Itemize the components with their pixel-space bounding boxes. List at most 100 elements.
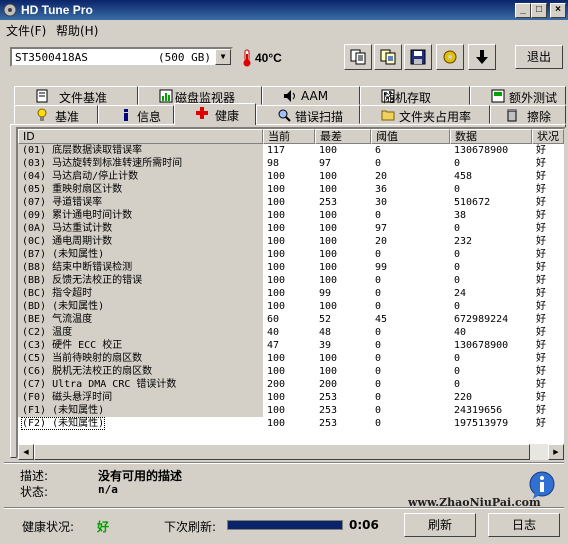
tab-health[interactable]: 健康 (174, 103, 256, 125)
worst-value: 253 (319, 418, 338, 429)
options-button[interactable] (436, 44, 464, 70)
table-row[interactable]: (0C) 通电周期计数 100 100 20 232 好 (18, 235, 564, 248)
down-arrow-button[interactable] (468, 44, 496, 70)
table-row[interactable]: (BD) (未知属性) 100 100 0 0 好 (18, 300, 564, 313)
table-row[interactable]: (B8) 结束中断错误检测 100 100 99 0 好 (18, 261, 564, 274)
raw-data: 0 (454, 275, 461, 286)
attribute-id: (09) 累计通电时间计数 (18, 209, 263, 222)
worst-value: 100 (319, 184, 338, 195)
table-row[interactable]: (01) 底层数据读取错误率 117 100 6 130678900 好 (18, 144, 564, 157)
benchmark-icon (37, 108, 47, 121)
copy-screen-button[interactable] (374, 44, 402, 70)
table-row[interactable]: (BB) 反馈无法校正的错误 100 100 0 0 好 (18, 274, 564, 287)
worst-value: 253 (319, 405, 338, 416)
tab-info[interactable]: 信息 (98, 105, 174, 124)
refresh-button[interactable]: 刷新 (404, 513, 476, 537)
attribute-id: (F2) (未知属性) (18, 417, 263, 430)
threshold-value: 0 (375, 340, 382, 351)
threshold-value: 0 (375, 249, 382, 260)
threshold-value: 0 (375, 288, 382, 299)
title-bar[interactable]: HD Tune Pro _ □ × (0, 0, 568, 20)
copy-text-button[interactable] (344, 44, 372, 70)
worst-value: 100 (319, 249, 338, 260)
current-value: 200 (267, 379, 286, 390)
table-row[interactable]: (BE) 气流温度 60 52 45 672989224 好 (18, 313, 564, 326)
status-value: 好 (536, 197, 546, 208)
status-value: 好 (536, 171, 546, 182)
smart-table[interactable]: ID 当前 最差 阈值 数据 状况 (01) 底层数据读取错误率 117 100 6 1… (16, 127, 566, 459)
toolbar: ST3500418AS (500 GB) ▼ 40°C 退出 (0, 40, 568, 76)
attribute-id: (C6) 脱机无法校正的扇区数 (18, 365, 263, 378)
table-row[interactable]: (C2) 温度 40 48 0 40 好 (18, 326, 564, 339)
status-value: 好 (536, 418, 546, 429)
current-value: 100 (267, 392, 286, 403)
status-value: 好 (536, 379, 546, 390)
worst-value: 100 (319, 353, 338, 364)
tab-benchmark[interactable]: 基准 (14, 105, 98, 124)
table-row[interactable]: (07) 寻道错误率 100 253 30 510672 好 (18, 196, 564, 209)
chevron-down-icon[interactable]: ▼ (215, 49, 231, 65)
table-row[interactable]: (05) 重映射扇区计数 100 100 36 0 好 (18, 183, 564, 196)
current-value: 100 (267, 262, 286, 273)
drive-select[interactable]: ST3500418AS (500 GB) ▼ (10, 47, 233, 67)
col-header-status[interactable]: 状况 (532, 129, 564, 144)
current-value: 100 (267, 366, 286, 377)
copy-screen-icon (380, 49, 396, 65)
horizontal-scrollbar[interactable]: ◀ ▶ (18, 444, 564, 460)
minimize-button[interactable]: _ (515, 3, 531, 18)
table-row[interactable]: (F2) (未知属性) 100 253 0 197513979 好 (18, 417, 564, 430)
tab-extra-tests[interactable]: 额外测试 (470, 86, 566, 105)
close-button[interactable]: × (550, 3, 566, 18)
col-header-data[interactable]: 数据 (450, 129, 532, 144)
table-row[interactable]: (09) 累计通电时间计数 100 100 0 38 好 (18, 209, 564, 222)
status-value: 好 (536, 392, 546, 403)
table-row[interactable]: (C7) Ultra DMA CRC 错误计数 200 200 0 0 好 (18, 378, 564, 391)
scroll-thumb[interactable] (34, 444, 530, 460)
table-row[interactable]: (03) 马达旋转到标准转速所需时间 98 97 0 0 好 (18, 157, 564, 170)
table-row[interactable]: (C5) 当前待映射的扇区数 100 100 0 0 好 (18, 352, 564, 365)
attribute-id: (C7) Ultra DMA CRC 错误计数 (18, 378, 263, 391)
scroll-right-icon[interactable]: ▶ (548, 444, 564, 460)
menu-help[interactable]: 帮助(H) (56, 22, 98, 39)
log-button[interactable]: 日志 (488, 513, 560, 537)
attribute-id: (01) 底层数据读取错误率 (18, 144, 263, 157)
tab-random-access[interactable]: 随机存取 (360, 86, 470, 105)
description-value: 没有可用的描述 (98, 469, 183, 483)
worst-value: 100 (319, 145, 338, 156)
table-row[interactable]: (F1) (未知属性) 100 253 0 24319656 好 (18, 404, 564, 417)
scroll-left-icon[interactable]: ◀ (18, 444, 34, 460)
raw-data: 24319656 (454, 405, 503, 416)
tab-file-benchmark[interactable]: 文件基准 (14, 86, 138, 105)
worst-value: 200 (319, 379, 338, 390)
threshold-value: 30 (375, 197, 388, 208)
table-row[interactable]: (F0) 磁头悬浮时间 100 253 0 220 好 (18, 391, 564, 404)
current-value: 100 (267, 223, 286, 234)
attribute-id: (05) 重映射扇区计数 (18, 183, 263, 196)
raw-data: 24 (454, 288, 467, 299)
table-row[interactable]: (04) 马达启动/停止计数 100 100 20 458 好 (18, 170, 564, 183)
info-icon (124, 109, 128, 121)
table-row[interactable]: (BC) 指令超时 100 99 0 24 好 (18, 287, 564, 300)
table-row[interactable]: (0A) 马达重试计数 100 100 97 0 好 (18, 222, 564, 235)
col-header-current[interactable]: 当前 (263, 129, 315, 144)
current-value: 60 (267, 314, 280, 325)
raw-data: 0 (454, 366, 461, 377)
maximize-button[interactable]: □ (531, 3, 547, 18)
worst-value: 39 (319, 340, 332, 351)
save-button[interactable] (404, 44, 432, 70)
tab-aam[interactable]: AAM (262, 86, 360, 105)
status-value: 好 (536, 405, 546, 416)
col-header-id[interactable]: ID (18, 129, 263, 144)
tab-erase[interactable]: 擦除 (490, 105, 566, 124)
file-benchmark-icon (36, 89, 48, 103)
tab-folder-usage[interactable]: 文件夹占用率 (360, 105, 490, 124)
exit-button[interactable]: 退出 (515, 45, 563, 69)
status-value: 好 (536, 262, 546, 273)
table-row[interactable]: (C6) 脱机无法校正的扇区数 100 100 0 0 好 (18, 365, 564, 378)
col-header-threshold[interactable]: 阈值 (371, 129, 450, 144)
menu-file[interactable]: 文件(F) (6, 22, 46, 39)
tab-error-scan[interactable]: 错误扫描 (256, 105, 360, 124)
col-header-worst[interactable]: 最差 (315, 129, 371, 144)
table-row[interactable]: (B7) (未知属性) 100 100 0 0 好 (18, 248, 564, 261)
table-row[interactable]: (C3) 硬件 ECC 校正 47 39 0 130678900 好 (18, 339, 564, 352)
